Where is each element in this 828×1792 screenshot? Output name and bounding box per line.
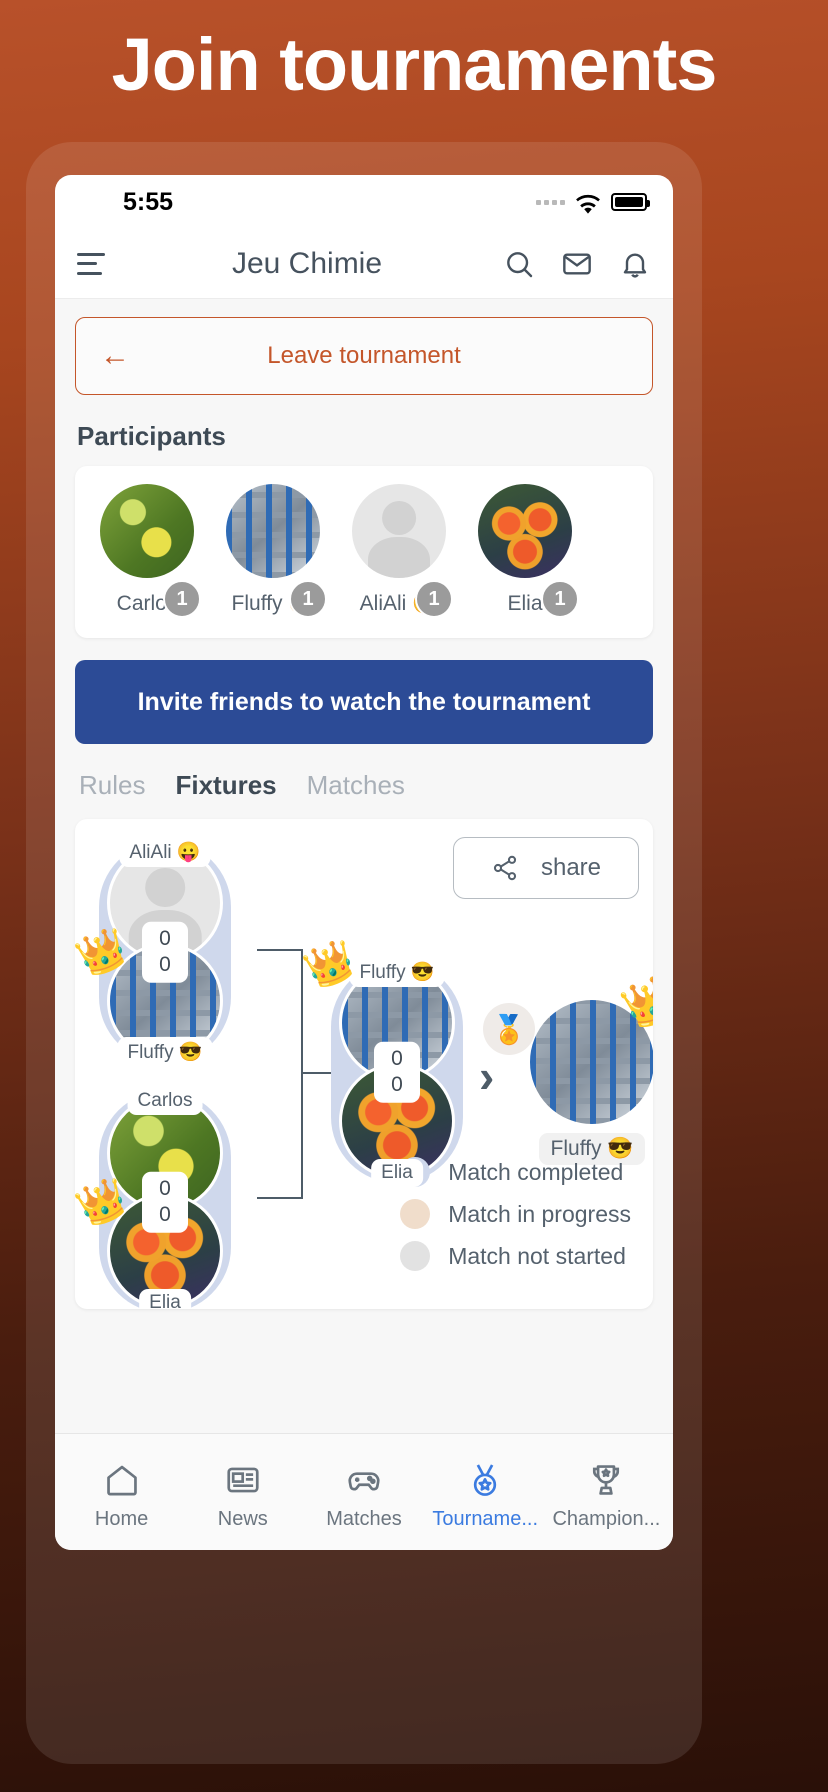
participant-item[interactable]: 1 Fluffy 😎 — [217, 482, 329, 618]
bracket-connector — [301, 949, 303, 1199]
nav-label: Champion... — [552, 1507, 661, 1530]
bracket-connector — [257, 949, 303, 951]
nav-item-championships[interactable]: Champion... — [546, 1460, 667, 1531]
nav-item-tournaments[interactable]: Tourname... — [425, 1460, 546, 1531]
participant-item[interactable]: 1 AliAli 😛 — [343, 482, 455, 618]
mail-icon[interactable] — [561, 248, 593, 280]
legend-color-swatch — [400, 1241, 431, 1271]
phone-screen: 5:55 Jeu Chimie ← Leave tournament Parti… — [55, 175, 673, 1550]
nav-item-news[interactable]: News — [182, 1460, 303, 1531]
signal-dots-icon — [536, 199, 565, 205]
participant-badge: 1 — [415, 580, 453, 618]
trophy-icon — [546, 1460, 667, 1500]
home-icon — [61, 1460, 182, 1500]
status-time: 5:55 — [123, 187, 174, 216]
avatar — [476, 482, 574, 580]
leave-tournament-button[interactable]: ← Leave tournament — [75, 317, 653, 395]
tournament-winner[interactable]: 🏅 👑 Fluffy 😎 — [483, 970, 653, 1165]
fixtures-bracket: share AliAli 😛 👑 00 Fluffy 😎 Carlos 👑 0 … — [75, 819, 653, 1309]
gamepad-icon — [303, 1460, 424, 1500]
participants-list: 1 Carlos 1 Fluffy 😎 1 AliAli 😛 1 Elia — [91, 482, 637, 618]
avatar — [98, 482, 196, 580]
app-header: Jeu Chimie — [55, 229, 673, 299]
arrow-left-icon: ← — [100, 339, 130, 372]
bracket-connector — [301, 1072, 331, 1074]
share-icon — [491, 854, 519, 882]
status-indicators — [536, 192, 650, 214]
legend-label: Match completed — [448, 1158, 624, 1185]
hamburger-menu-icon[interactable] — [77, 252, 107, 275]
bracket-player-name: Elia — [371, 1159, 423, 1187]
nav-label: News — [217, 1507, 268, 1530]
tab-matches[interactable]: Matches — [307, 770, 405, 801]
medal-icon — [425, 1460, 546, 1500]
participants-card: 1 Carlos 1 Fluffy 😎 1 AliAli 😛 1 Elia — [75, 466, 653, 638]
chevron-right-icon: › — [479, 1050, 495, 1102]
bracket-legend: Match completed Match in progress Match … — [400, 1157, 631, 1283]
page-title: Join tournaments — [111, 23, 718, 106]
share-button[interactable]: share — [453, 837, 639, 899]
avatar — [224, 482, 322, 580]
tab-rules[interactable]: Rules — [79, 770, 145, 801]
participant-badge: 1 — [289, 580, 327, 618]
nav-label: Home — [94, 1507, 149, 1530]
nav-label: Tourname... — [432, 1507, 539, 1530]
participant-badge: 1 — [541, 580, 579, 618]
invite-friends-button[interactable]: Invite friends to watch the tournament — [75, 660, 653, 744]
participant-item[interactable]: 1 Carlos — [91, 482, 203, 618]
bracket-player-name: Elia — [139, 1289, 191, 1309]
legend-item: Match not started — [400, 1241, 631, 1271]
nav-item-matches[interactable]: Matches — [303, 1460, 424, 1531]
leave-tournament-label: Leave tournament — [267, 342, 461, 369]
participant-item[interactable]: 1 Elia — [469, 482, 581, 618]
app-title: Jeu Chimie — [231, 246, 383, 280]
legend-item: Match in progress — [400, 1199, 631, 1229]
bracket-player-name: AliAli 😛 — [119, 837, 211, 867]
legend-color-swatch — [400, 1199, 431, 1229]
bracket-score: 00 — [142, 1171, 188, 1233]
bracket-score: 00 — [374, 1041, 420, 1103]
medal-icon: 🏅 — [483, 1003, 535, 1055]
participants-title: Participants — [77, 421, 226, 451]
participant-badge: 1 — [163, 580, 201, 618]
status-bar: 5:55 — [55, 175, 673, 229]
news-icon — [182, 1460, 303, 1500]
legend-label: Match not started — [448, 1242, 626, 1269]
legend-label: Match in progress — [448, 1200, 631, 1227]
share-label: share — [540, 854, 602, 881]
tab-bar: Rules Fixtures Matches — [79, 770, 653, 801]
bracket-match[interactable]: Fluffy 😎 👑 00 Elia — [299, 935, 463, 1187]
nav-item-home[interactable]: Home — [61, 1460, 182, 1531]
search-icon[interactable] — [503, 248, 535, 280]
app-header-actions — [503, 248, 651, 280]
bottom-navigation: Home News Matches Tourname... Champion..… — [55, 1433, 673, 1550]
device-frame: 5:55 Jeu Chimie ← Leave tournament Parti… — [26, 142, 702, 1764]
battery-icon — [611, 193, 650, 211]
bracket-player-name: Fluffy 😎 — [117, 1037, 213, 1067]
avatar — [350, 482, 448, 580]
page-content: ← Leave tournament Participants 1 Carlos… — [55, 299, 673, 1433]
wifi-icon — [575, 192, 601, 214]
bracket-connector — [257, 1197, 303, 1199]
bell-icon[interactable] — [619, 248, 651, 280]
bracket-match[interactable]: AliAli 😛 👑 00 Fluffy 😎 — [75, 837, 231, 1067]
bracket-score: 00 — [142, 921, 188, 983]
bracket-player-name: Fluffy 😎 — [349, 957, 445, 987]
bracket-match[interactable]: Carlos 👑 00 Elia — [75, 1087, 231, 1309]
legend-item: Match completed — [400, 1157, 631, 1187]
bracket-player-name: Carlos — [127, 1087, 203, 1115]
nav-label: Matches — [326, 1507, 402, 1530]
tab-fixtures[interactable]: Fixtures — [175, 770, 276, 801]
